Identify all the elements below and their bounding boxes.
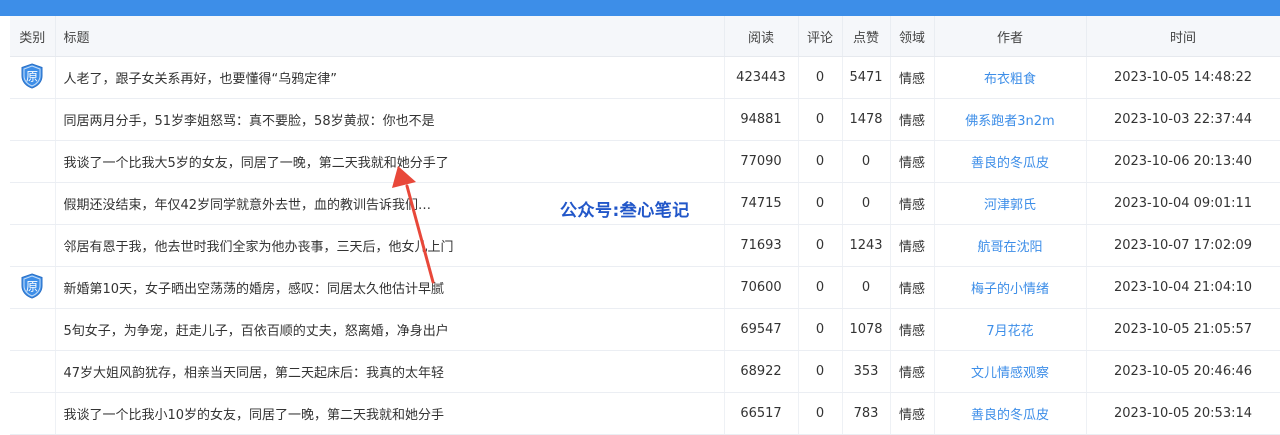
title-link[interactable]: 5旬女子，为争宠，赶走儿子，百依百顺的丈夫，怒离婚，净身出户 bbox=[55, 308, 725, 351]
title-link[interactable]: 我谈了一个比我小10岁的女友，同居了一晚，第二天我就和她分手 bbox=[55, 392, 725, 435]
time-cell: 2023-10-07 17:02:09 bbox=[1086, 224, 1280, 267]
comments-cell: 0 bbox=[798, 56, 843, 99]
time-cell: 2023-10-05 20:46:46 bbox=[1086, 350, 1280, 393]
likes-cell: 0 bbox=[842, 140, 891, 183]
comments-cell: 0 bbox=[798, 308, 843, 351]
header-likes[interactable]: 点赞 bbox=[842, 16, 891, 57]
time-cell: 2023-10-04 21:04:10 bbox=[1086, 266, 1280, 309]
header-category[interactable]: 类别 bbox=[10, 16, 56, 57]
table-row[interactable]: 5旬女子，为争宠，赶走儿子，百依百顺的丈夫，怒离婚，净身出户 69547 0 1078… bbox=[10, 308, 1280, 351]
likes-cell: 1078 bbox=[842, 308, 891, 351]
table-row[interactable]: 原 人老了，跟子女关系再好，也要懂得“乌鸦定律” 423443 0 5471 情感 布衣粗食… bbox=[10, 56, 1280, 99]
time-cell: 2023-10-05 21:05:57 bbox=[1086, 308, 1280, 351]
domain-cell: 情感 bbox=[890, 56, 935, 99]
table-header-row: 类别 标题 阅读 评论 点赞 领域 作者 时间 bbox=[10, 16, 1280, 57]
reads-cell: 74715 bbox=[724, 182, 799, 225]
likes-cell: 353 bbox=[842, 350, 891, 393]
header-comments[interactable]: 评论 bbox=[798, 16, 843, 57]
reads-cell: 423443 bbox=[724, 56, 799, 99]
comments-cell: 0 bbox=[798, 266, 843, 309]
category-cell bbox=[10, 308, 56, 351]
domain-cell: 情感 bbox=[890, 350, 935, 393]
header-domain[interactable]: 领域 bbox=[890, 16, 935, 57]
likes-cell: 1478 bbox=[842, 98, 891, 141]
author-link[interactable]: 布衣粗食 bbox=[934, 56, 1087, 99]
reads-cell: 68922 bbox=[724, 350, 799, 393]
category-cell bbox=[10, 224, 56, 267]
domain-cell: 情感 bbox=[890, 224, 935, 267]
author-link[interactable]: 7月花花 bbox=[934, 308, 1087, 351]
top-bar bbox=[0, 0, 1280, 16]
category-cell bbox=[10, 392, 56, 435]
author-link[interactable]: 河津郭氏 bbox=[934, 182, 1087, 225]
reads-cell: 70600 bbox=[724, 266, 799, 309]
time-cell: 2023-10-06 20:13:40 bbox=[1086, 140, 1280, 183]
title-link[interactable]: 同居两月分手，51岁李姐怒骂：真不要脸，58岁黄叔：你也不是 bbox=[55, 98, 725, 141]
original-badge-icon: 原 bbox=[21, 62, 43, 93]
header-author[interactable]: 作者 bbox=[934, 16, 1087, 57]
comments-cell: 0 bbox=[798, 98, 843, 141]
likes-cell: 0 bbox=[842, 182, 891, 225]
author-link[interactable]: 佛系跑者3n2m bbox=[934, 98, 1087, 141]
author-link[interactable]: 梅子的小情绪 bbox=[934, 266, 1087, 309]
reads-cell: 69547 bbox=[724, 308, 799, 351]
title-link[interactable]: 47岁大姐风韵犹存，相亲当天同居，第二天起床后：我真的太年轻 bbox=[55, 350, 725, 393]
category-cell bbox=[10, 350, 56, 393]
likes-cell: 0 bbox=[842, 266, 891, 309]
time-cell: 2023-10-05 14:48:22 bbox=[1086, 56, 1280, 99]
table-body: 原人老了，跟子女关系再好，也要懂得“乌鸦定律” 423443 0 5471 情感 布衣粗食… bbox=[10, 56, 1280, 435]
original-badge-icon: 原 bbox=[21, 272, 43, 303]
table-row[interactable]: 同居两月分手，51岁李姐怒骂：真不要脸，58岁黄叔：你也不是 94881 0 1478… bbox=[10, 98, 1280, 141]
table-row[interactable]: 47岁大姐风韵犹存，相亲当天同居，第二天起床后：我真的太年轻 68922 0 353 情… bbox=[10, 350, 1280, 393]
reads-cell: 77090 bbox=[724, 140, 799, 183]
header-reads[interactable]: 阅读 bbox=[724, 16, 799, 57]
article-ranking-table-container: 类别 标题 阅读 评论 点赞 领域 作者 时间 原 人老了，跟子女关系再好，也要懂… bbox=[10, 16, 1280, 435]
table-row[interactable]: 我谈了一个比我大5岁的女友，同居了一晚，第二天我就和她分手了 77090 0 0 情感善… bbox=[10, 140, 1280, 183]
table-row[interactable]: 原新婚第10天，女子晒出空荡荡的婚房，感叹：同居太久他估计早腻 70600 0 0 情感… bbox=[10, 266, 1280, 309]
time-cell: 2023-10-05 20:53:14 bbox=[1086, 392, 1280, 435]
domain-cell: 情感 bbox=[890, 266, 935, 309]
reads-cell: 94881 bbox=[724, 98, 799, 141]
domain-cell: 情感 bbox=[890, 308, 935, 351]
watermark-text: 公众号:叁心笔记 bbox=[560, 201, 690, 221]
svg-text:原: 原 bbox=[26, 69, 38, 83]
table-row[interactable]: 邻居有恩于我，他去世时我们全家为他办丧事，三天后，他女儿上门 71693 0 1243… bbox=[10, 224, 1280, 267]
comments-cell: 0 bbox=[798, 140, 843, 183]
header-title[interactable]: 标题 bbox=[55, 16, 725, 57]
title-link[interactable]: 新婚第10天，女子晒出空荡荡的婚房，感叹：同居太久他估计早腻 bbox=[55, 266, 725, 309]
table-row[interactable]: 我谈了一个比我小10岁的女友，同居了一晚，第二天我就和她分手 66517 0 783 情… bbox=[10, 392, 1280, 435]
comments-cell: 0 bbox=[798, 182, 843, 225]
svg-text:原: 原 bbox=[26, 279, 38, 293]
comments-cell: 0 bbox=[798, 350, 843, 393]
domain-cell: 情感 bbox=[890, 140, 935, 183]
domain-cell: 情感 bbox=[890, 182, 935, 225]
likes-cell: 5471 bbox=[842, 56, 891, 99]
domain-cell: 情感 bbox=[890, 392, 935, 435]
author-link[interactable]: 航哥在沈阳 bbox=[934, 224, 1087, 267]
reads-cell: 71693 bbox=[724, 224, 799, 267]
category-cell: 原 bbox=[10, 56, 56, 99]
author-link[interactable]: 文儿情感观察 bbox=[934, 350, 1087, 393]
reads-cell: 66517 bbox=[724, 392, 799, 435]
author-link[interactable]: 善良的冬瓜皮 bbox=[934, 140, 1087, 183]
title-link[interactable]: 我谈了一个比我大5岁的女友，同居了一晚，第二天我就和她分手了 bbox=[55, 140, 725, 183]
category-cell bbox=[10, 182, 56, 225]
likes-cell: 1243 bbox=[842, 224, 891, 267]
header-time[interactable]: 时间 bbox=[1086, 16, 1280, 57]
time-cell: 2023-10-04 09:01:11 bbox=[1086, 182, 1280, 225]
likes-cell: 783 bbox=[842, 392, 891, 435]
author-link[interactable]: 善良的冬瓜皮 bbox=[934, 392, 1087, 435]
domain-cell: 情感 bbox=[890, 98, 935, 141]
category-cell bbox=[10, 98, 56, 141]
time-cell: 2023-10-03 22:37:44 bbox=[1086, 98, 1280, 141]
comments-cell: 0 bbox=[798, 392, 843, 435]
article-ranking-table: 类别 标题 阅读 评论 点赞 领域 作者 时间 原 人老了，跟子女关系再好，也要懂… bbox=[10, 16, 1280, 435]
category-cell bbox=[10, 140, 56, 183]
title-link[interactable]: 人老了，跟子女关系再好，也要懂得“乌鸦定律” bbox=[55, 56, 725, 99]
category-cell: 原 bbox=[10, 266, 56, 309]
title-link[interactable]: 邻居有恩于我，他去世时我们全家为他办丧事，三天后，他女儿上门 bbox=[55, 224, 725, 267]
comments-cell: 0 bbox=[798, 224, 843, 267]
